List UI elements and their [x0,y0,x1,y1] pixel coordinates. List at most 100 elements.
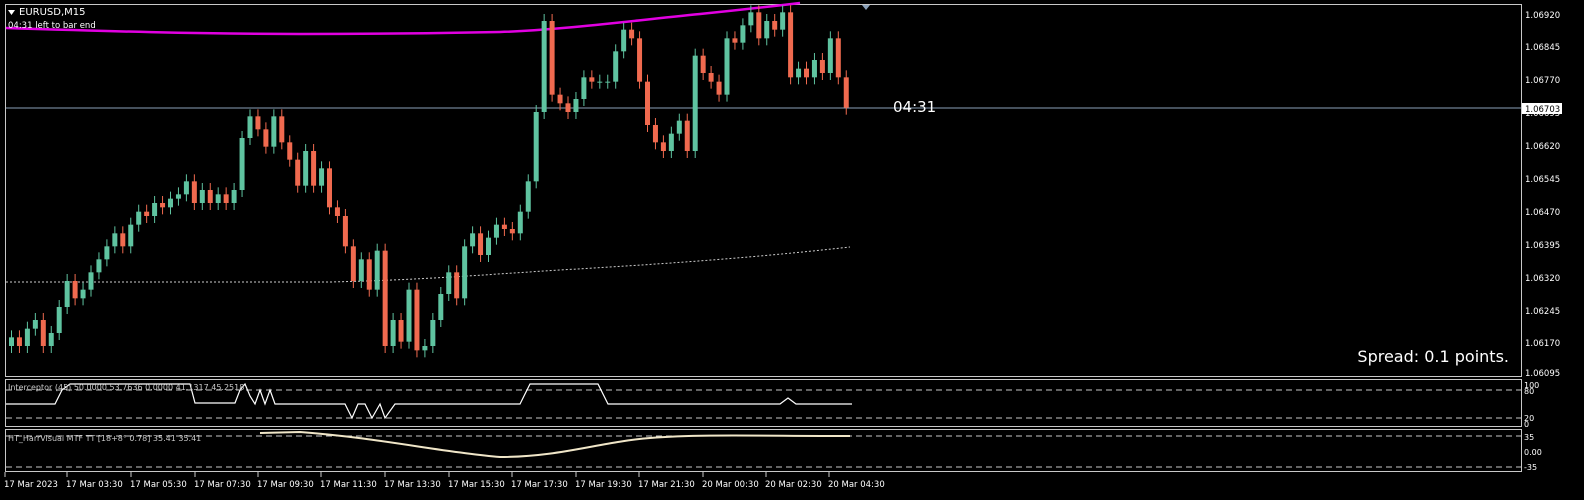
current-price-text: 1.06703 [1525,105,1560,115]
bullish-candle [621,29,627,52]
time-label: 20 Mar 00:30 [702,480,759,490]
bullish-candle [9,337,14,346]
bullish-candle [581,77,587,99]
bearish-candle [366,259,372,290]
indicator2-label: HT_HarrVisual MTF TT [18+8° 0.78] 35.41 … [8,434,201,443]
bearish-candle [120,233,126,247]
trading-chart[interactable]: EURUSD,M15 04:31 left to bar end 04:31 S… [0,0,1584,500]
time-label: 20 Mar 04:30 [828,480,885,490]
indicator1-label: Interceptor (45) 50.0000 53.7636 0.0000 … [8,383,244,392]
bullish-candle [239,138,245,190]
bearish-candle [279,116,285,143]
time-label: 17 Mar 13:30 [384,480,441,490]
time-label: 17 Mar 09:30 [257,480,314,490]
price-label: 1.06320 [1525,274,1560,284]
price-label: 1.06170 [1525,339,1560,349]
ind1-scale: 0 [1524,420,1529,429]
bullish-candle [48,333,54,346]
dotted-moving-average [6,246,851,283]
bearish-candle [684,120,690,151]
countdown-label: 04:31 [893,98,936,116]
price-label: 1.06770 [1525,76,1560,86]
bullish-candle [462,246,468,299]
bearish-candle [160,203,166,208]
menu-dropdown-icon[interactable] [8,10,15,15]
candlestick-series [9,5,849,358]
bearish-candle [144,211,150,216]
bearish-candle [509,229,515,234]
ind2-scale: -35 [1524,463,1537,472]
bullish-candle [430,320,436,346]
bearish-candle [398,320,404,342]
bar-timer: 04:31 left to bar end [8,21,96,31]
bearish-candle [334,207,340,216]
bearish-candle [414,289,420,351]
bullish-candle [573,99,579,112]
ind2-scale: 0.00 [1524,448,1542,457]
bullish-candle [358,259,364,281]
bearish-candle [501,224,507,229]
bullish-candle [168,198,173,208]
bullish-candle [175,194,181,199]
bullish-candle [827,38,833,73]
bearish-candle [557,94,563,104]
bearish-candle [804,68,809,78]
bearish-candle [191,181,197,203]
time-label: 17 Mar 17:30 [511,480,568,490]
bullish-candle [112,233,118,247]
bearish-candle [589,77,595,82]
bearish-candle [700,55,706,73]
price-label: 1.06920 [1525,11,1560,21]
time-label: 17 Mar 19:30 [575,480,632,490]
bearish-candle [549,21,555,95]
bearish-candle [311,151,317,186]
bearish-candle [660,142,666,151]
time-label: 17 Mar 21:30 [638,480,695,490]
time-label: 17 Mar 11:30 [320,480,377,490]
bullish-candle [493,224,499,238]
bullish-candle [780,12,786,30]
bullish-candle [104,246,110,260]
bearish-candle [454,272,460,299]
bullish-candle [80,289,86,299]
bullish-candle [303,151,309,186]
bullish-candle [56,307,62,333]
bearish-candle [16,337,22,346]
bar-marker-icon [862,5,870,10]
bullish-candle [470,233,476,247]
bullish-candle [215,194,221,203]
bearish-candle [756,12,762,39]
price-label: 1.06470 [1525,208,1560,218]
bullish-candle [541,21,547,112]
bullish-candle [183,181,189,195]
bullish-candle [605,81,611,83]
bearish-candle [350,246,356,281]
bullish-candle [24,328,30,346]
bullish-candle [247,116,253,138]
price-label: 1.06245 [1525,307,1560,317]
price-axis[interactable]: 1.06920 1.06845 1.06770 1.06695 1.06620 … [1522,11,1562,379]
bullish-candle [740,25,746,43]
bullish-candle [64,281,70,307]
bullish-candle [390,320,396,346]
bearish-candle [287,142,293,160]
bullish-candle [668,133,674,151]
bearish-candle [295,159,301,186]
ind1-scale: 80 [1524,387,1534,396]
bullish-candle [319,168,325,186]
time-axis[interactable]: 17 Mar 2023 17 Mar 03:30 17 Mar 05:30 17 Ma… [4,472,885,490]
time-label: 17 Mar 03:30 [66,480,123,490]
bullish-candle [136,211,142,225]
bullish-candle [32,320,38,329]
bearish-candle [843,77,849,108]
time-label: 20 Mar 02:30 [765,480,822,490]
bullish-candle [764,21,770,39]
bullish-candle [533,112,539,182]
bearish-candle [72,281,78,299]
ind2-scale: 35 [1524,433,1534,442]
bearish-candle [819,60,825,73]
bearish-candle [565,103,571,112]
bearish-candle [255,116,261,130]
bullish-candle [374,250,380,290]
bearish-candle [478,233,484,255]
